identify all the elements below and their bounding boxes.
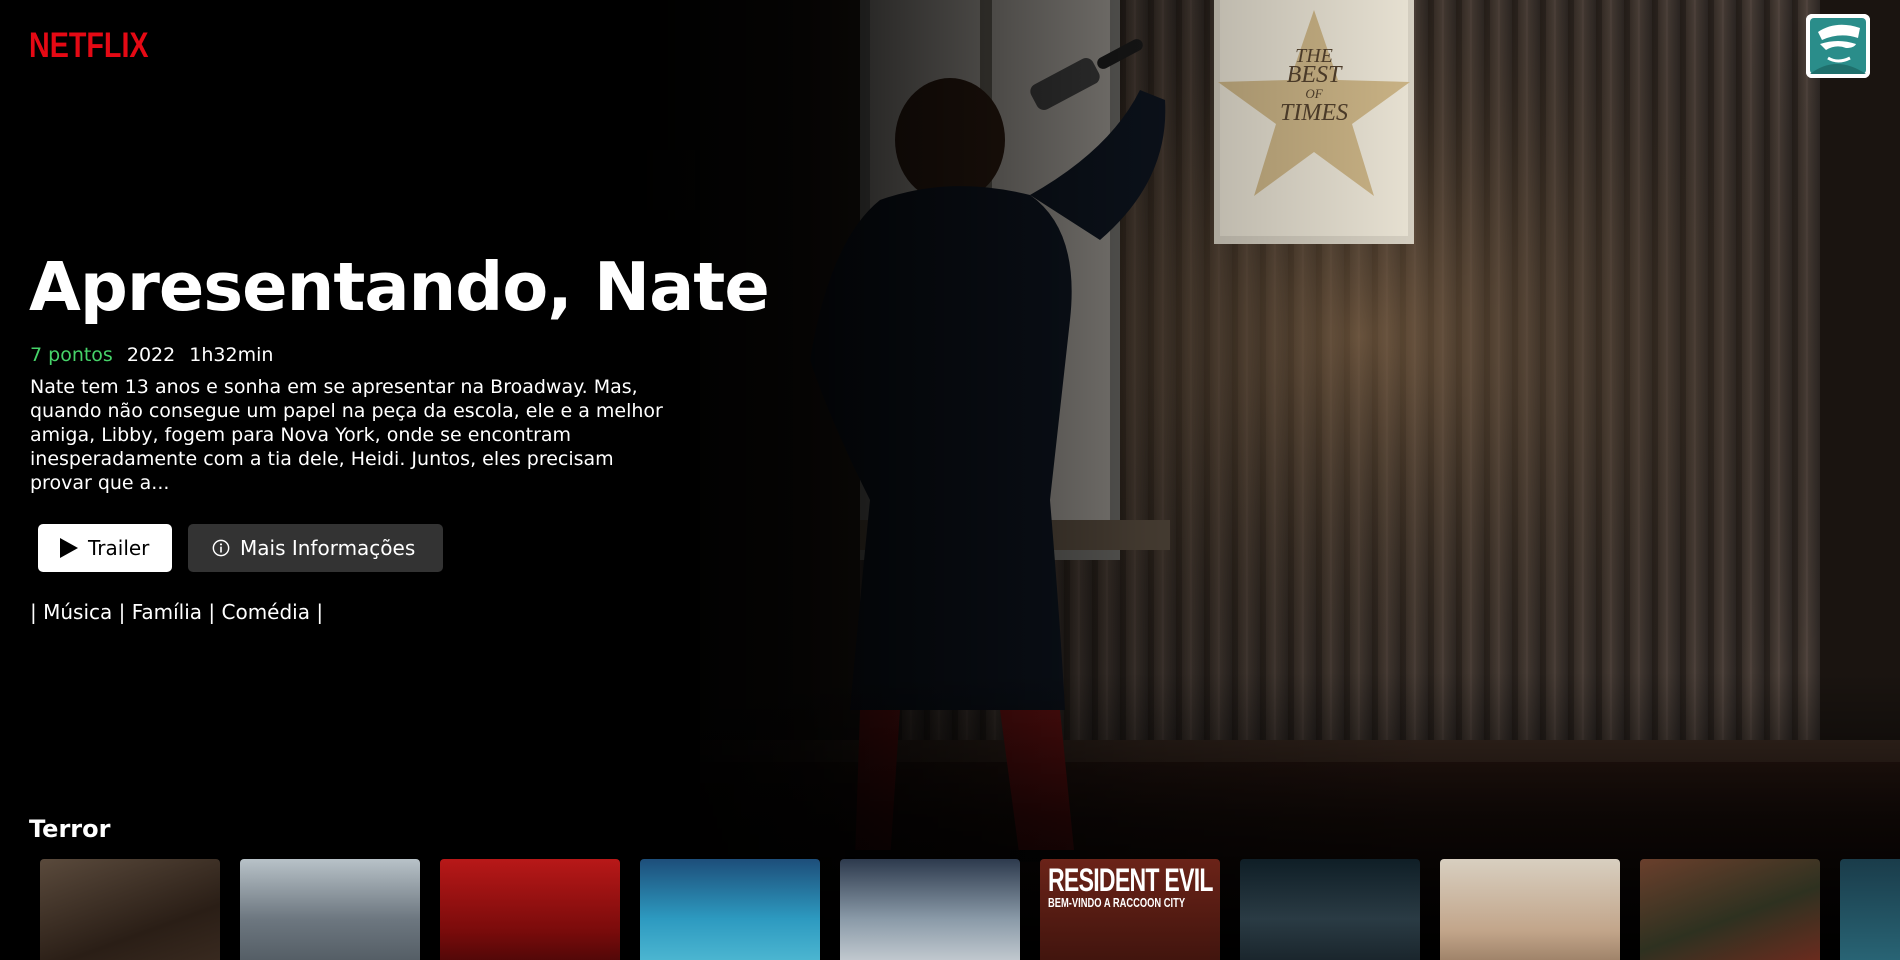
more-info-button[interactable]: Mais Informações	[188, 524, 443, 572]
feature-duration: 1h32min	[189, 344, 274, 366]
poster-2[interactable]	[240, 859, 420, 960]
poster-8[interactable]	[1440, 859, 1620, 960]
feature-meta: 7 pontos 2022 1h32min	[30, 344, 281, 366]
trailer-label: Trailer	[88, 536, 150, 560]
poster-6[interactable]: RESIDENT EVIL BEM-VINDO A RACCOON CITY	[1040, 859, 1220, 960]
row-title-terror: Terror	[29, 815, 111, 843]
play-icon	[60, 538, 78, 558]
netflix-logo[interactable]: NETFLIX	[29, 26, 149, 66]
more-info-label: Mais Informações	[240, 536, 416, 560]
feature-genres: | Música | Família | Comédia |	[30, 600, 324, 624]
poster-10[interactable]	[1840, 859, 1900, 960]
feature-year: 2022	[126, 344, 176, 366]
info-icon	[212, 539, 230, 557]
row-terror: RESIDENT EVIL BEM-VINDO A RACCOON CITY	[40, 859, 1900, 960]
user-avatar-icon[interactable]	[1806, 14, 1870, 78]
poster-6-title-text: RESIDENT EVIL	[1048, 862, 1213, 898]
feature-points: 7 pontos	[30, 344, 113, 366]
poster-6-title: RESIDENT EVIL BEM-VINDO A RACCOON CITY	[1048, 862, 1213, 911]
poster-4[interactable]	[640, 859, 820, 960]
poster-9[interactable]	[1640, 859, 1820, 960]
trailer-button[interactable]: Trailer	[38, 524, 172, 572]
feature-description: Nate tem 13 anos e sonha em se apresenta…	[30, 376, 663, 494]
feature-title: Apresentando, Nate	[29, 248, 770, 326]
poster-3[interactable]	[440, 859, 620, 960]
poster-5[interactable]	[840, 859, 1020, 960]
poster-7[interactable]	[1240, 859, 1420, 960]
poster-1[interactable]	[40, 859, 220, 960]
